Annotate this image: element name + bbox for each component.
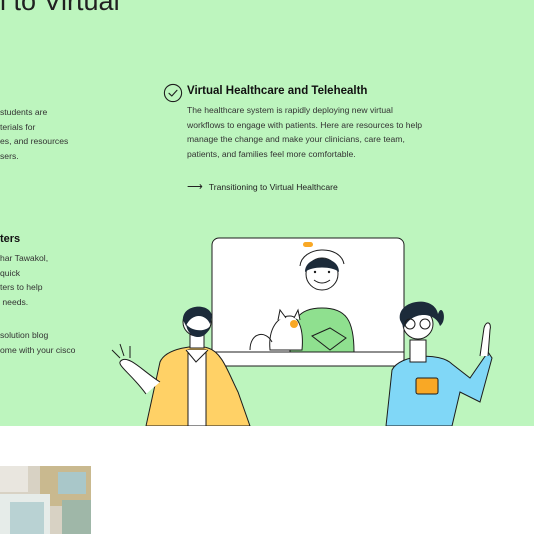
curly-hair-woman [385, 301, 493, 426]
left-links-text[interactable]: solution blog ome with your cisco [0, 328, 75, 357]
video-call-illustration [111, 237, 493, 426]
page-title: l to Virtual [0, 0, 120, 16]
transitioning-link-label: Transitioning to Virtual Healthcare [208, 182, 338, 192]
hero-section: l to Virtual students are terials for es… [0, 0, 534, 426]
transitioning-link[interactable]: ⟶ Transitioning to Virtual Healthcare [187, 180, 338, 193]
left-section-heading: ters [0, 233, 21, 245]
virtual-healthcare-title: Virtual Healthcare and Telehealth [187, 85, 368, 97]
left-section-text: har Tawakol, quick ters to help needs. [0, 253, 49, 307]
article-thumbnail-image[interactable] [0, 466, 91, 534]
left-intro-text: students are terials for es, and resourc… [0, 107, 69, 161]
virtual-healthcare-description: The healthcare system is rapidly deployi… [187, 105, 423, 159]
check-circle-icon [163, 83, 183, 103]
arrow-right-icon: ⟶ [187, 181, 203, 193]
